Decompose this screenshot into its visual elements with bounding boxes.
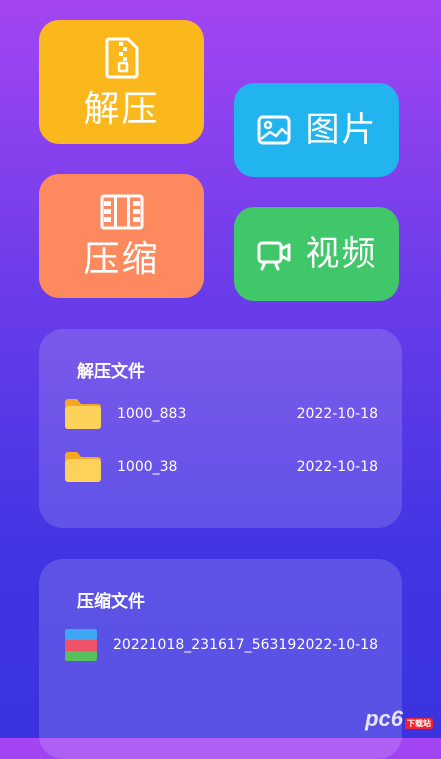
compressed-files-card: 压缩文件 20221018_231617_56319 2022-10-18 [39, 559, 402, 759]
rar-archive-icon [65, 629, 97, 661]
folder-icon [65, 452, 101, 482]
unzipped-files-title: 解压文件 [77, 362, 145, 382]
compress-label: 压缩 [83, 239, 160, 280]
watermark-subtext: 下载站 [405, 718, 433, 729]
file-date: 2022-10-18 [296, 406, 378, 422]
file-date: 2022-10-18 [296, 637, 378, 653]
compressed-files-title: 压缩文件 [77, 592, 145, 612]
watermark-text: pc6 [365, 706, 403, 731]
file-name: 20221018_231617_56319 [113, 637, 297, 653]
file-name: 1000_38 [117, 459, 178, 475]
video-label: 视频 [305, 234, 378, 274]
zip-file-icon [105, 37, 138, 79]
file-row[interactable]: 20221018_231617_56319 2022-10-18 [63, 625, 378, 665]
file-name: 1000_883 [117, 406, 187, 422]
folder-icon [65, 399, 101, 429]
film-strip-icon [100, 194, 143, 230]
unzip-label: 解压 [83, 89, 160, 130]
unzip-tile[interactable]: 解压 [39, 20, 204, 144]
file-row[interactable]: 1000_38 2022-10-18 [63, 447, 378, 487]
unzipped-files-card: 解压文件 1000_883 2022-10-18 1000_38 2022-10… [39, 329, 402, 528]
file-row[interactable]: 1000_883 2022-10-18 [63, 394, 378, 434]
file-date: 2022-10-18 [296, 459, 378, 475]
pc6-watermark: pc6 下载站 [365, 706, 433, 732]
image-icon [257, 115, 290, 145]
compress-tile[interactable]: 压缩 [39, 174, 204, 298]
image-tile[interactable]: 图片 [234, 83, 399, 177]
video-camera-icon [257, 241, 290, 271]
video-tile[interactable]: 视频 [234, 207, 399, 301]
image-label: 图片 [305, 110, 378, 150]
